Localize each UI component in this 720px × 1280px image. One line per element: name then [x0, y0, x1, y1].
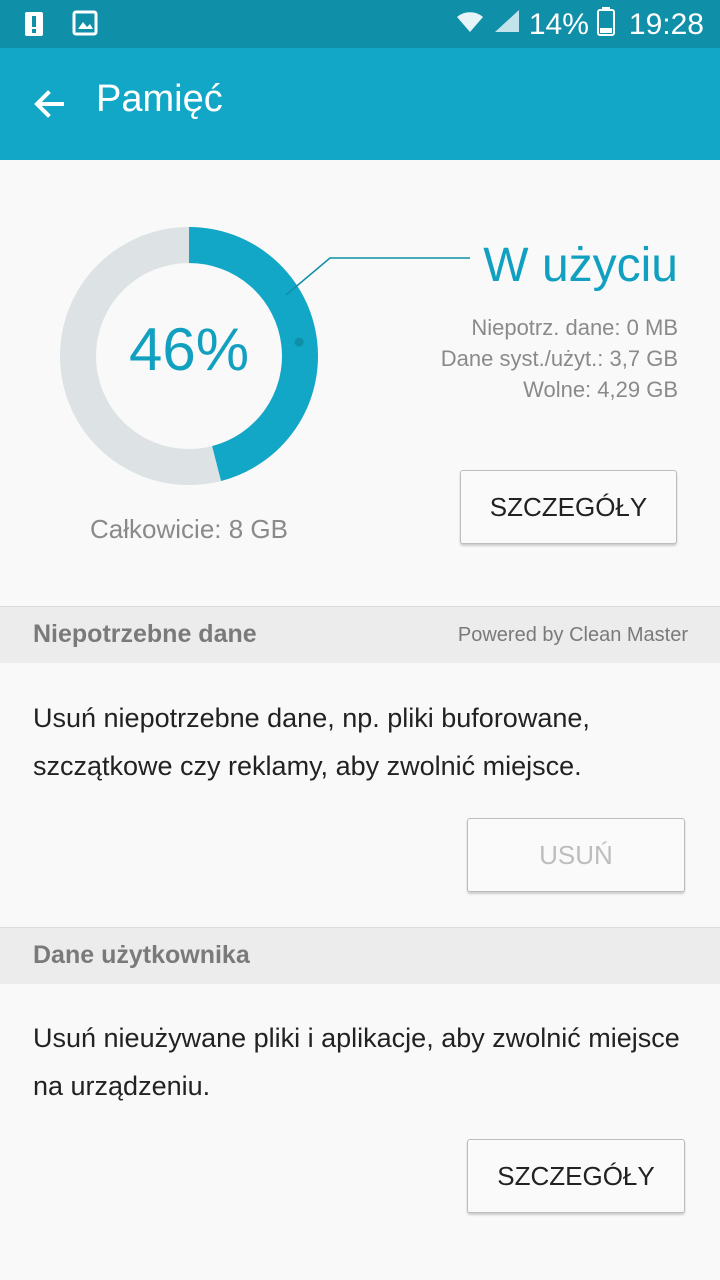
- clock: 19:28: [628, 8, 704, 41]
- junk-section-title: Niepotrzebne dane: [33, 620, 257, 648]
- status-bar: 14% 19:28: [0, 0, 720, 48]
- storage-summary: 46% W użyciu Niepotrz. dane: 0 MB Dane s…: [0, 160, 720, 606]
- in-use-label: W użyciu: [483, 239, 678, 292]
- junk-data-stat: Niepotrz. dane: 0 MB: [471, 315, 678, 340]
- delete-junk-button[interactable]: USUŃ: [467, 818, 685, 892]
- total-capacity: Całkowicie: 8 GB: [90, 514, 288, 544]
- wifi-icon: [455, 8, 485, 42]
- battery-percent: 14%: [528, 8, 589, 41]
- system-user-data-stat: Dane syst./użyt.: 3,7 GB: [440, 346, 678, 371]
- user-data-section-title: Dane użytkownika: [33, 941, 250, 969]
- user-data-section-header: Dane użytkownika: [0, 927, 720, 984]
- junk-description: Usuń niepotrzebne dane, np. pliki buforo…: [33, 703, 590, 781]
- app-bar: Pamięć: [0, 48, 720, 160]
- alert-icon: [22, 10, 46, 43]
- storage-stats: Niepotrz. dane: 0 MB Dane syst./użyt.: 3…: [441, 312, 678, 405]
- user-data-details-button[interactable]: SZCZEGÓŁY: [467, 1139, 685, 1213]
- storage-details-button[interactable]: SZCZEGÓŁY: [460, 470, 677, 544]
- page-title: Pamięć: [96, 78, 223, 120]
- user-data-description: Usuń nieużywane pliki i aplikacje, aby z…: [33, 1023, 680, 1101]
- signal-icon: [493, 8, 521, 42]
- back-arrow-icon[interactable]: [26, 80, 74, 128]
- free-space-stat: Wolne: 4,29 GB: [523, 377, 678, 402]
- junk-section-header: Niepotrzebne dane Powered by Clean Maste…: [0, 606, 720, 663]
- battery-icon: [596, 6, 615, 44]
- image-icon: [72, 10, 98, 43]
- used-percent: 46%: [128, 316, 250, 383]
- powered-by-label: Powered by Clean Master: [457, 624, 688, 646]
